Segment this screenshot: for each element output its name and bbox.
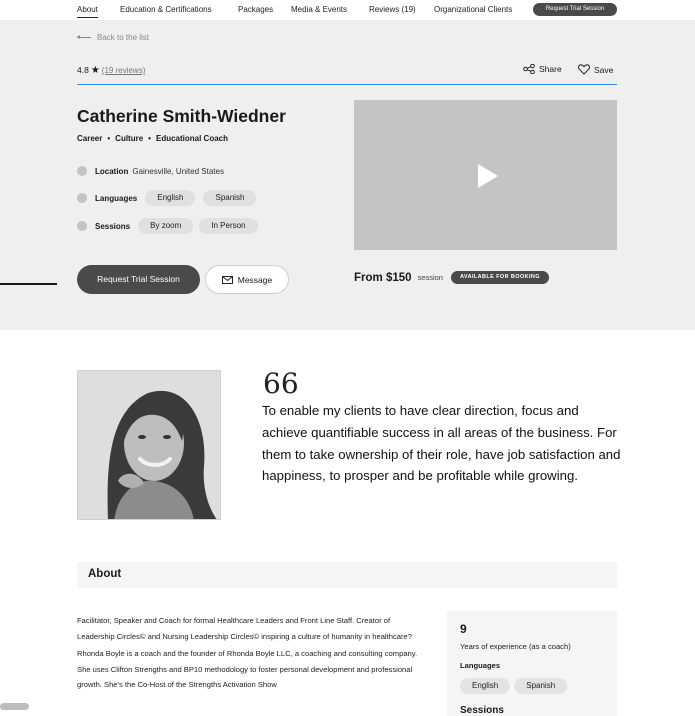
about-text: Facilitator, Speaker and Coach for forma…	[77, 613, 429, 695]
nav-request-trial-button[interactable]: Request Trial Session	[533, 3, 617, 16]
horizontal-scrollbar[interactable]	[0, 703, 29, 710]
location-value: Gainesville, United States	[132, 166, 224, 176]
coach-quote: To enable my clients to have clear direc…	[262, 403, 621, 484]
coach-info-card: 9 Years of experience (as a coach) Langu…	[447, 611, 617, 716]
about-title: About	[88, 568, 122, 580]
play-icon[interactable]	[478, 164, 498, 188]
card-languages-label: Languages	[460, 661, 501, 670]
languages-icon	[77, 193, 87, 203]
category-label: Educational Coach	[155, 134, 228, 143]
about-section-header: About	[77, 562, 617, 588]
session-chip: In Person	[199, 218, 258, 234]
top-nav: About Education & Certifications Package…	[0, 0, 695, 20]
rating: 4.8 ★ (19 reviews)	[77, 65, 145, 76]
location-row: Location Gainesville, United States	[77, 166, 224, 176]
category-label: Career	[77, 134, 103, 143]
profile-hero: Back to the list 4.8 ★ (19 reviews) Share …	[0, 20, 695, 330]
availability-badge: AVAILABLE FOR BOOKING	[450, 271, 549, 284]
about-paragraph: Rhonda Boyle is a coach and the founder …	[77, 649, 418, 689]
price-from: From $150	[354, 271, 412, 284]
coach-portrait	[77, 370, 221, 520]
back-label: Back to the list	[97, 33, 150, 42]
star-icon: ★	[90, 65, 100, 76]
back-link[interactable]: Back to the list	[77, 33, 149, 42]
heart-icon	[578, 64, 590, 75]
language-chip: Spanish	[514, 678, 568, 694]
about-paragraph: Facilitator, Speaker and Coach for forma…	[77, 616, 412, 641]
share-button[interactable]: Share	[523, 64, 562, 74]
language-chip: Spanish	[203, 190, 257, 206]
tab-organizational-clients[interactable]: Organizational Clients	[434, 5, 512, 14]
header-divider	[77, 84, 617, 85]
session-chip: By zoom	[138, 218, 194, 234]
mail-icon	[221, 275, 233, 284]
tab-media-events[interactable]: Media & Events	[291, 5, 347, 14]
reviews-link[interactable]: (19 reviews)	[102, 66, 146, 75]
request-trial-button[interactable]: Request Trial Session	[77, 265, 200, 294]
tab-reviews[interactable]: Reviews (19)	[369, 5, 416, 14]
language-chip: English	[460, 678, 511, 694]
location-label: Location	[95, 166, 129, 176]
languages-row: Languages English Spanish	[77, 190, 257, 206]
sessions-row: Sessions By zoom In Person	[77, 218, 258, 234]
save-label: Save	[594, 64, 614, 75]
back-arrow-icon	[77, 35, 91, 40]
card-language-chips: English Spanish	[460, 678, 568, 694]
years-experience-label: Years of experience (as a coach)	[460, 642, 571, 651]
coach-categories: Career • Culture • Educational Coach	[77, 134, 228, 143]
rating-value: 4.8	[77, 65, 89, 75]
price-unit: session	[417, 273, 443, 282]
message-label: Message	[237, 274, 273, 285]
share-label: Share	[539, 64, 562, 74]
coach-name: Catherine Smith-Wiedner	[77, 106, 286, 126]
quote-mark: 66	[263, 367, 299, 400]
save-button[interactable]: Save	[578, 64, 613, 75]
sessions-label: Sessions	[95, 221, 131, 231]
tab-packages[interactable]: Packages	[238, 5, 273, 14]
sessions-icon	[77, 221, 87, 231]
years-experience-value: 9	[460, 622, 467, 636]
tab-education[interactable]: Education & Certifications	[120, 5, 212, 14]
side-indicator	[0, 283, 57, 285]
pricing: From $150 session AVAILABLE FOR BOOKING	[354, 271, 549, 284]
message-button[interactable]: Message	[205, 265, 289, 294]
intro-video[interactable]	[354, 100, 617, 250]
languages-label: Languages	[95, 193, 138, 203]
location-icon	[77, 166, 87, 176]
tab-about[interactable]: About	[77, 5, 98, 18]
category-label: Culture	[115, 134, 144, 143]
language-chip: English	[145, 190, 196, 206]
card-sessions-label: Sessions	[460, 705, 504, 716]
share-icon	[523, 64, 535, 74]
